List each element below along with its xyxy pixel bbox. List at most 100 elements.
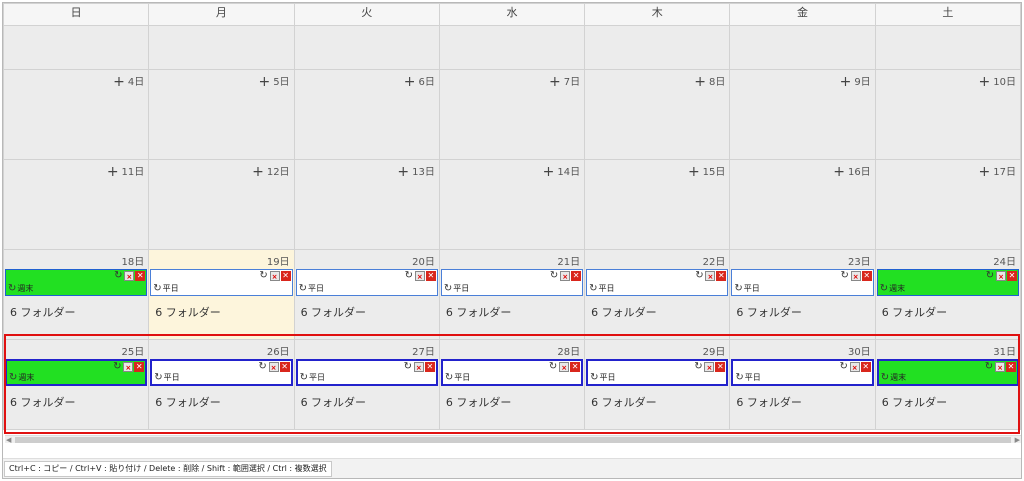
- schedule-block[interactable]: ↻ × ✕ ↻週末: [876, 269, 1019, 296]
- repeat-icon[interactable]: ↻: [113, 271, 123, 281]
- folder-count[interactable]: 6 フォルダー: [5, 386, 148, 410]
- add-schedule-icon[interactable]: +: [979, 74, 991, 90]
- delete-icon[interactable]: ✕: [570, 362, 581, 372]
- calendar-day-cell[interactable]: +5日: [148, 69, 295, 160]
- add-schedule-icon[interactable]: +: [543, 164, 555, 180]
- calendar-day-cell[interactable]: 22日 ↻ × ✕ ↻平日 6 フォルダー: [584, 249, 731, 340]
- delete-icon[interactable]: ✕: [571, 271, 582, 281]
- folder-count[interactable]: 6 フォルダー: [295, 386, 438, 410]
- delete-icon[interactable]: ✕: [134, 362, 145, 372]
- calendar-day-cell[interactable]: 30日 ↻ × ✕ ↻平日 6 フォルダー: [729, 339, 876, 430]
- exclude-date-icon[interactable]: ×: [704, 362, 715, 372]
- add-schedule-icon[interactable]: +: [694, 74, 706, 90]
- exclude-date-icon[interactable]: ×: [123, 362, 134, 372]
- calendar-day-cell[interactable]: [874, 25, 1022, 70]
- repeat-icon[interactable]: ↻: [404, 271, 414, 281]
- calendar-day-cell[interactable]: +6日: [293, 69, 440, 160]
- folder-count[interactable]: 6 フォルダー: [150, 296, 293, 320]
- calendar-day-cell[interactable]: 21日 ↻ × ✕ ↻平日 6 フォルダー: [438, 249, 586, 340]
- add-schedule-icon[interactable]: +: [840, 74, 852, 90]
- folder-count[interactable]: 6 フォルダー: [876, 386, 1019, 410]
- calendar-day-cell[interactable]: +4日: [2, 69, 150, 160]
- calendar-day-cell[interactable]: 19日 ↻ × ✕ ↻平日 6 フォルダー: [148, 249, 295, 340]
- horizontal-scrollbar[interactable]: ◀ ▶: [5, 435, 1021, 444]
- add-schedule-icon[interactable]: +: [979, 164, 991, 180]
- exclude-date-icon[interactable]: ×: [996, 271, 1006, 281]
- schedule-block[interactable]: ↻ × ✕ ↻週末: [876, 359, 1019, 386]
- exclude-date-icon[interactable]: ×: [849, 362, 860, 372]
- repeat-icon[interactable]: ↻: [694, 271, 704, 281]
- folder-count[interactable]: 6 フォルダー: [731, 296, 874, 320]
- calendar-day-cell[interactable]: [584, 25, 731, 70]
- schedule-block[interactable]: ↻ × ✕ ↻平日: [440, 269, 584, 296]
- calendar-day-cell[interactable]: 25日 ↻ × ✕ ↻週末 6 フォルダー: [2, 339, 150, 430]
- add-schedule-icon[interactable]: +: [404, 74, 416, 90]
- scroll-left-arrow-icon[interactable]: ◀: [6, 436, 11, 444]
- add-schedule-icon[interactable]: +: [107, 164, 119, 180]
- exclude-date-icon[interactable]: ×: [268, 362, 279, 372]
- schedule-block[interactable]: ↻ × ✕ ↻平日: [295, 269, 438, 296]
- folder-count[interactable]: 6 フォルダー: [440, 386, 583, 410]
- repeat-icon[interactable]: ↻: [548, 362, 558, 372]
- folder-count[interactable]: 6 フォルダー: [876, 296, 1019, 320]
- calendar-day-cell[interactable]: 26日 ↻ × ✕ ↻平日 6 フォルダー: [148, 339, 295, 430]
- calendar-day-cell[interactable]: 18日 ↻ × ✕ ↻週末 6 フォルダー: [2, 249, 150, 340]
- repeat-icon[interactable]: ↻: [985, 271, 995, 281]
- calendar-day-cell[interactable]: +13日: [293, 159, 440, 250]
- calendar-day-cell[interactable]: 29日 ↻ × ✕ ↻平日 6 フォルダー: [584, 339, 731, 430]
- calendar-day-cell[interactable]: +16日: [729, 159, 876, 250]
- exclude-date-icon[interactable]: ×: [705, 271, 716, 281]
- schedule-block[interactable]: ↻ × ✕ ↻平日: [440, 359, 584, 386]
- repeat-icon[interactable]: ↻: [840, 271, 850, 281]
- calendar-day-cell[interactable]: +14日: [438, 159, 586, 250]
- add-schedule-icon[interactable]: +: [113, 74, 125, 90]
- exclude-date-icon[interactable]: ×: [414, 271, 425, 281]
- exclude-date-icon[interactable]: ×: [560, 271, 571, 281]
- delete-icon[interactable]: ✕: [135, 271, 146, 281]
- repeat-icon[interactable]: ↻: [984, 362, 994, 372]
- calendar-day-cell[interactable]: [2, 25, 150, 70]
- repeat-icon[interactable]: ↻: [112, 362, 122, 372]
- calendar-day-cell[interactable]: +8日: [584, 69, 731, 160]
- exclude-date-icon[interactable]: ×: [995, 362, 1005, 372]
- calendar-day-cell[interactable]: 31日 ↻ × ✕ ↻週末 6 フォルダー: [874, 339, 1022, 430]
- calendar-day-cell[interactable]: [438, 25, 586, 70]
- delete-icon[interactable]: ✕: [861, 271, 872, 281]
- add-schedule-icon[interactable]: +: [258, 74, 270, 90]
- delete-icon[interactable]: ✕: [1006, 362, 1016, 372]
- calendar-day-cell[interactable]: +9日: [729, 69, 876, 160]
- calendar-day-cell[interactable]: +17日: [874, 159, 1022, 250]
- add-schedule-icon[interactable]: +: [833, 164, 845, 180]
- schedule-block[interactable]: ↻ × ✕ ↻平日: [150, 269, 293, 296]
- repeat-icon[interactable]: ↻: [259, 271, 269, 281]
- folder-count[interactable]: 6 フォルダー: [5, 296, 148, 320]
- calendar-day-cell[interactable]: 23日 ↻ × ✕ ↻平日 6 フォルダー: [729, 249, 876, 340]
- folder-count[interactable]: 6 フォルダー: [731, 386, 874, 410]
- calendar-day-cell[interactable]: +11日: [2, 159, 150, 250]
- schedule-block[interactable]: ↻ × ✕ ↻平日: [586, 359, 729, 386]
- delete-icon[interactable]: ✕: [279, 362, 290, 372]
- delete-icon[interactable]: ✕: [860, 362, 871, 372]
- calendar-day-cell[interactable]: +15日: [584, 159, 731, 250]
- delete-icon[interactable]: ✕: [425, 271, 436, 281]
- schedule-block[interactable]: ↻ × ✕ ↻平日: [731, 359, 874, 386]
- calendar-day-cell[interactable]: 28日 ↻ × ✕ ↻平日 6 フォルダー: [438, 339, 586, 430]
- schedule-block[interactable]: ↻ × ✕ ↻週末: [5, 269, 148, 296]
- delete-icon[interactable]: ✕: [1007, 271, 1017, 281]
- add-schedule-icon[interactable]: +: [252, 164, 264, 180]
- delete-icon[interactable]: ✕: [716, 271, 727, 281]
- schedule-block[interactable]: ↻ × ✕ ↻平日: [586, 269, 729, 296]
- exclude-date-icon[interactable]: ×: [413, 362, 424, 372]
- repeat-icon[interactable]: ↻: [258, 362, 268, 372]
- folder-count[interactable]: 6 フォルダー: [586, 296, 729, 320]
- calendar-day-cell[interactable]: +7日: [438, 69, 586, 160]
- repeat-icon[interactable]: ↻: [403, 362, 413, 372]
- add-schedule-icon[interactable]: +: [549, 74, 561, 90]
- exclude-date-icon[interactable]: ×: [124, 271, 135, 281]
- add-schedule-icon[interactable]: +: [688, 164, 700, 180]
- folder-count[interactable]: 6 フォルダー: [440, 296, 583, 320]
- calendar-day-cell[interactable]: [729, 25, 876, 70]
- add-schedule-icon[interactable]: +: [397, 164, 409, 180]
- scroll-right-arrow-icon[interactable]: ▶: [1015, 436, 1020, 444]
- calendar-day-cell[interactable]: 20日 ↻ × ✕ ↻平日 6 フォルダー: [293, 249, 440, 340]
